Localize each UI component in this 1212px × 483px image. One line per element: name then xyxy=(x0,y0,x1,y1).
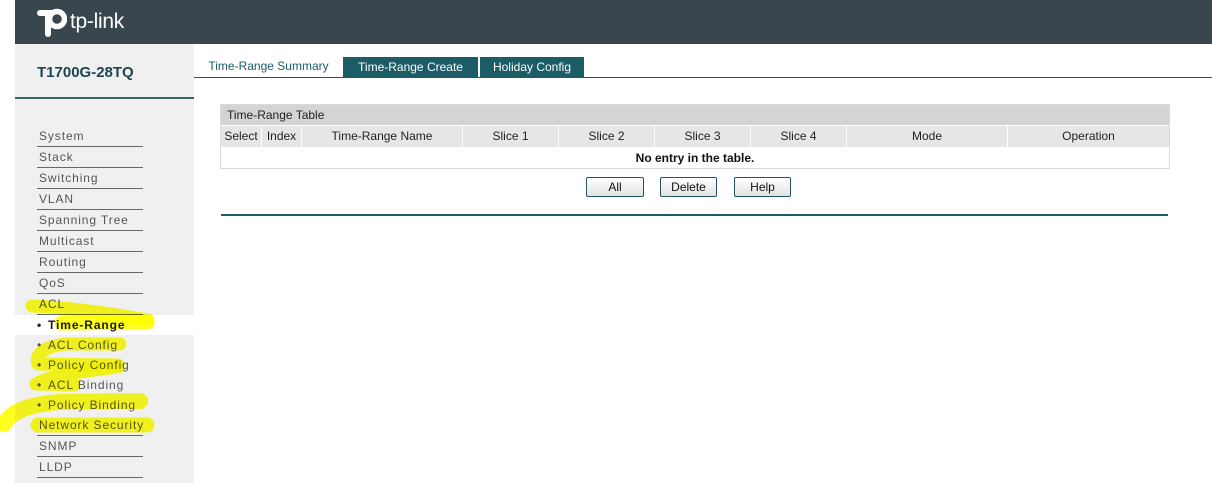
sidebar-subitem-policy-binding[interactable]: • Policy Binding xyxy=(15,395,194,415)
sidebar-subitem-acl-config[interactable]: • ACL Config xyxy=(15,335,194,355)
sidebar-subitem-label: ACL Config xyxy=(48,338,118,352)
column-header-select: Select xyxy=(221,126,262,147)
tab-time-range-create[interactable]: Time-Range Create xyxy=(343,57,478,77)
column-header-slice-4: Slice 4 xyxy=(751,126,847,147)
sidebar-subitem-policy-config[interactable]: • Policy Config xyxy=(15,355,194,375)
help-button[interactable]: Help xyxy=(734,177,791,197)
all-button[interactable]: All xyxy=(586,177,644,197)
column-header-mode: Mode xyxy=(847,126,1008,147)
bullet-icon: • xyxy=(37,358,42,372)
top-header-bar: tp-link xyxy=(15,0,1212,44)
tab-holiday-config[interactable]: Holiday Config xyxy=(480,57,584,77)
sidebar-subitem-time-range[interactable]: • Time-Range xyxy=(15,315,194,335)
sidebar-item-stack[interactable]: Stack xyxy=(37,147,143,168)
section-divider xyxy=(221,214,1168,216)
column-header-operation: Operation xyxy=(1008,126,1169,147)
tab-time-range-summary[interactable]: Time-Range Summary xyxy=(194,56,343,77)
sidebar-subitem-label: ACL Binding xyxy=(48,378,125,392)
column-header-slice-2: Slice 2 xyxy=(559,126,655,147)
column-header-time-range-name: Time-Range Name xyxy=(302,126,463,147)
device-model-title: T1700G-28TQ xyxy=(37,64,134,81)
sidebar-subitem-label: Time-Range xyxy=(48,318,126,332)
sidebar-item-switching[interactable]: Switching xyxy=(37,168,143,189)
sidebar-subitem-acl-binding[interactable]: • ACL Binding xyxy=(15,375,194,395)
table-title: Time-Range Table xyxy=(221,105,1169,125)
sidebar-subitem-label: Policy Config xyxy=(48,358,130,372)
sidebar-divider xyxy=(15,97,194,99)
sidebar-menu: System Stack Switching VLAN Spanning Tre… xyxy=(15,126,194,478)
column-header-index: Index xyxy=(262,126,302,147)
sidebar-item-system[interactable]: System xyxy=(37,126,143,147)
sidebar-item-vlan[interactable]: VLAN xyxy=(37,189,143,210)
column-header-slice-1: Slice 1 xyxy=(463,126,559,147)
sidebar-item-routing[interactable]: Routing xyxy=(37,252,143,273)
sidebar: T1700G-28TQ System Stack Switching VLAN … xyxy=(15,44,194,483)
sidebar-item-qos[interactable]: QoS xyxy=(37,273,143,294)
sidebar-item-spanning-tree[interactable]: Spanning Tree xyxy=(37,210,143,231)
bullet-icon: • xyxy=(37,338,42,352)
sidebar-item-multicast[interactable]: Multicast xyxy=(37,231,143,252)
table-header-row: Select Index Time-Range Name Slice 1 Sli… xyxy=(221,126,1169,147)
bullet-icon: • xyxy=(37,318,42,332)
sidebar-item-network-security[interactable]: Network Security xyxy=(37,415,143,436)
delete-button[interactable]: Delete xyxy=(660,177,717,197)
table-empty-message: No entry in the table. xyxy=(635,151,755,165)
tab-bar: Time-Range Summary Time-Range Create Hol… xyxy=(194,56,1212,78)
sidebar-subitem-label: Policy Binding xyxy=(48,398,136,412)
tp-link-logo-icon xyxy=(37,8,67,37)
column-header-slice-3: Slice 3 xyxy=(655,126,751,147)
sidebar-item-acl[interactable]: ACL xyxy=(37,294,143,315)
sidebar-item-snmp[interactable]: SNMP xyxy=(37,436,143,457)
brand-logo-text: tp-link xyxy=(70,10,124,33)
bullet-icon: • xyxy=(37,398,42,412)
bullet-icon: • xyxy=(37,378,42,392)
sidebar-item-lldp[interactable]: LLDP xyxy=(37,457,143,478)
